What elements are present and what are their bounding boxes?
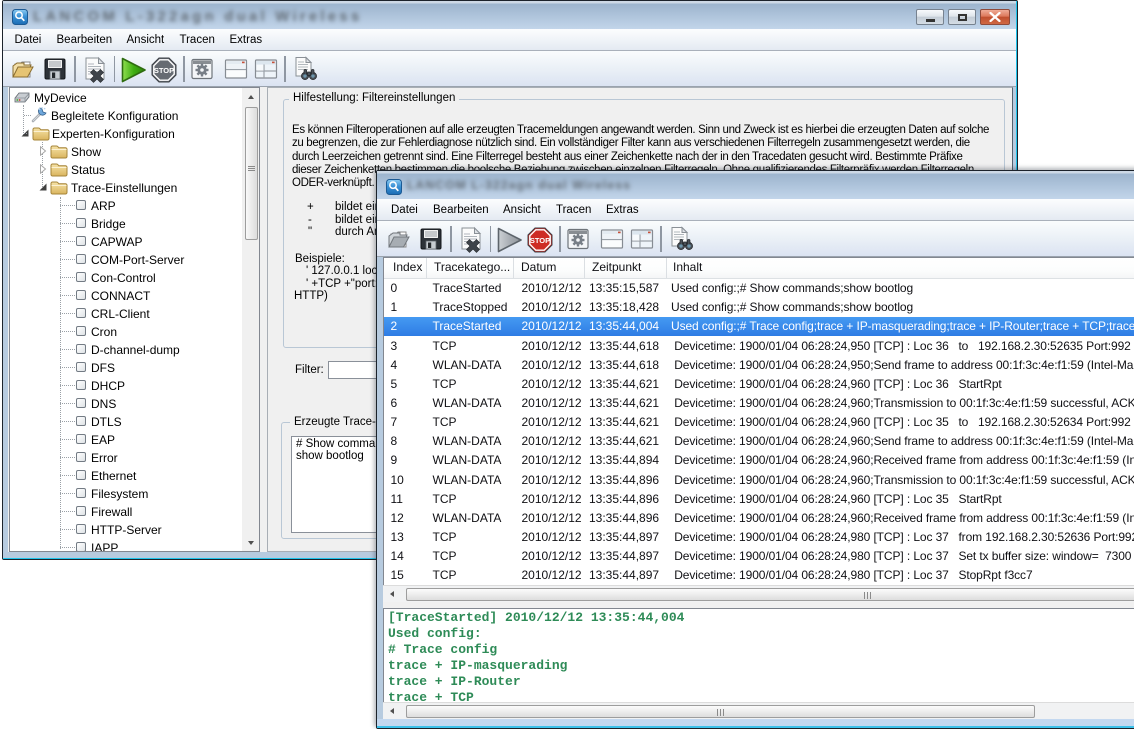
svg-text:STOP: STOP (153, 66, 173, 75)
svg-text:STOP: STOP (529, 236, 549, 245)
